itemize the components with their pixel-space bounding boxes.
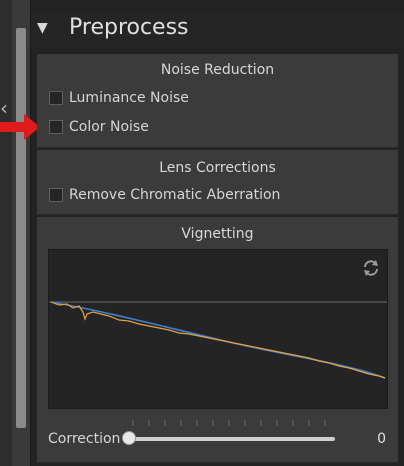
luminance-noise-label[interactable]: Luminance Noise [69, 90, 189, 106]
slider-ticks [132, 420, 326, 426]
refresh-icon[interactable] [361, 258, 381, 278]
correction-slider-handle[interactable] [122, 431, 136, 445]
chromatic-aberration-label[interactable]: Remove Chromatic Aberration [69, 187, 280, 203]
preprocess-section-header[interactable]: ▼ Preprocess [31, 12, 404, 48]
color-noise-label[interactable]: Color Noise [69, 119, 149, 135]
correction-slider-track[interactable] [129, 437, 335, 441]
lens-corrections-panel: Lens Corrections Remove Chromatic Aberra… [37, 150, 398, 215]
noise-reduction-title: Noise Reduction [160, 62, 275, 78]
chromatic-aberration-checkbox[interactable] [49, 188, 63, 202]
lens-corrections-title: Lens Corrections [159, 160, 276, 176]
correction-value[interactable]: 0 [377, 431, 386, 447]
color-noise-checkbox[interactable] [49, 120, 63, 134]
vignetting-graph[interactable] [48, 249, 388, 409]
section-title: Preprocess [69, 15, 189, 40]
scrollbar-thumb[interactable] [16, 28, 26, 428]
noise-reduction-panel: Noise Reduction Luminance Noise Color No… [37, 54, 398, 148]
correction-label: Correction [48, 431, 121, 447]
vignetting-panel: Vignetting Correction 0 [37, 217, 398, 463]
luminance-noise-checkbox[interactable] [49, 91, 63, 105]
collapse-triangle-icon[interactable]: ▼ [37, 20, 48, 36]
vignetting-curve-plot [49, 301, 387, 379]
vignetting-title: Vignetting [181, 226, 254, 242]
